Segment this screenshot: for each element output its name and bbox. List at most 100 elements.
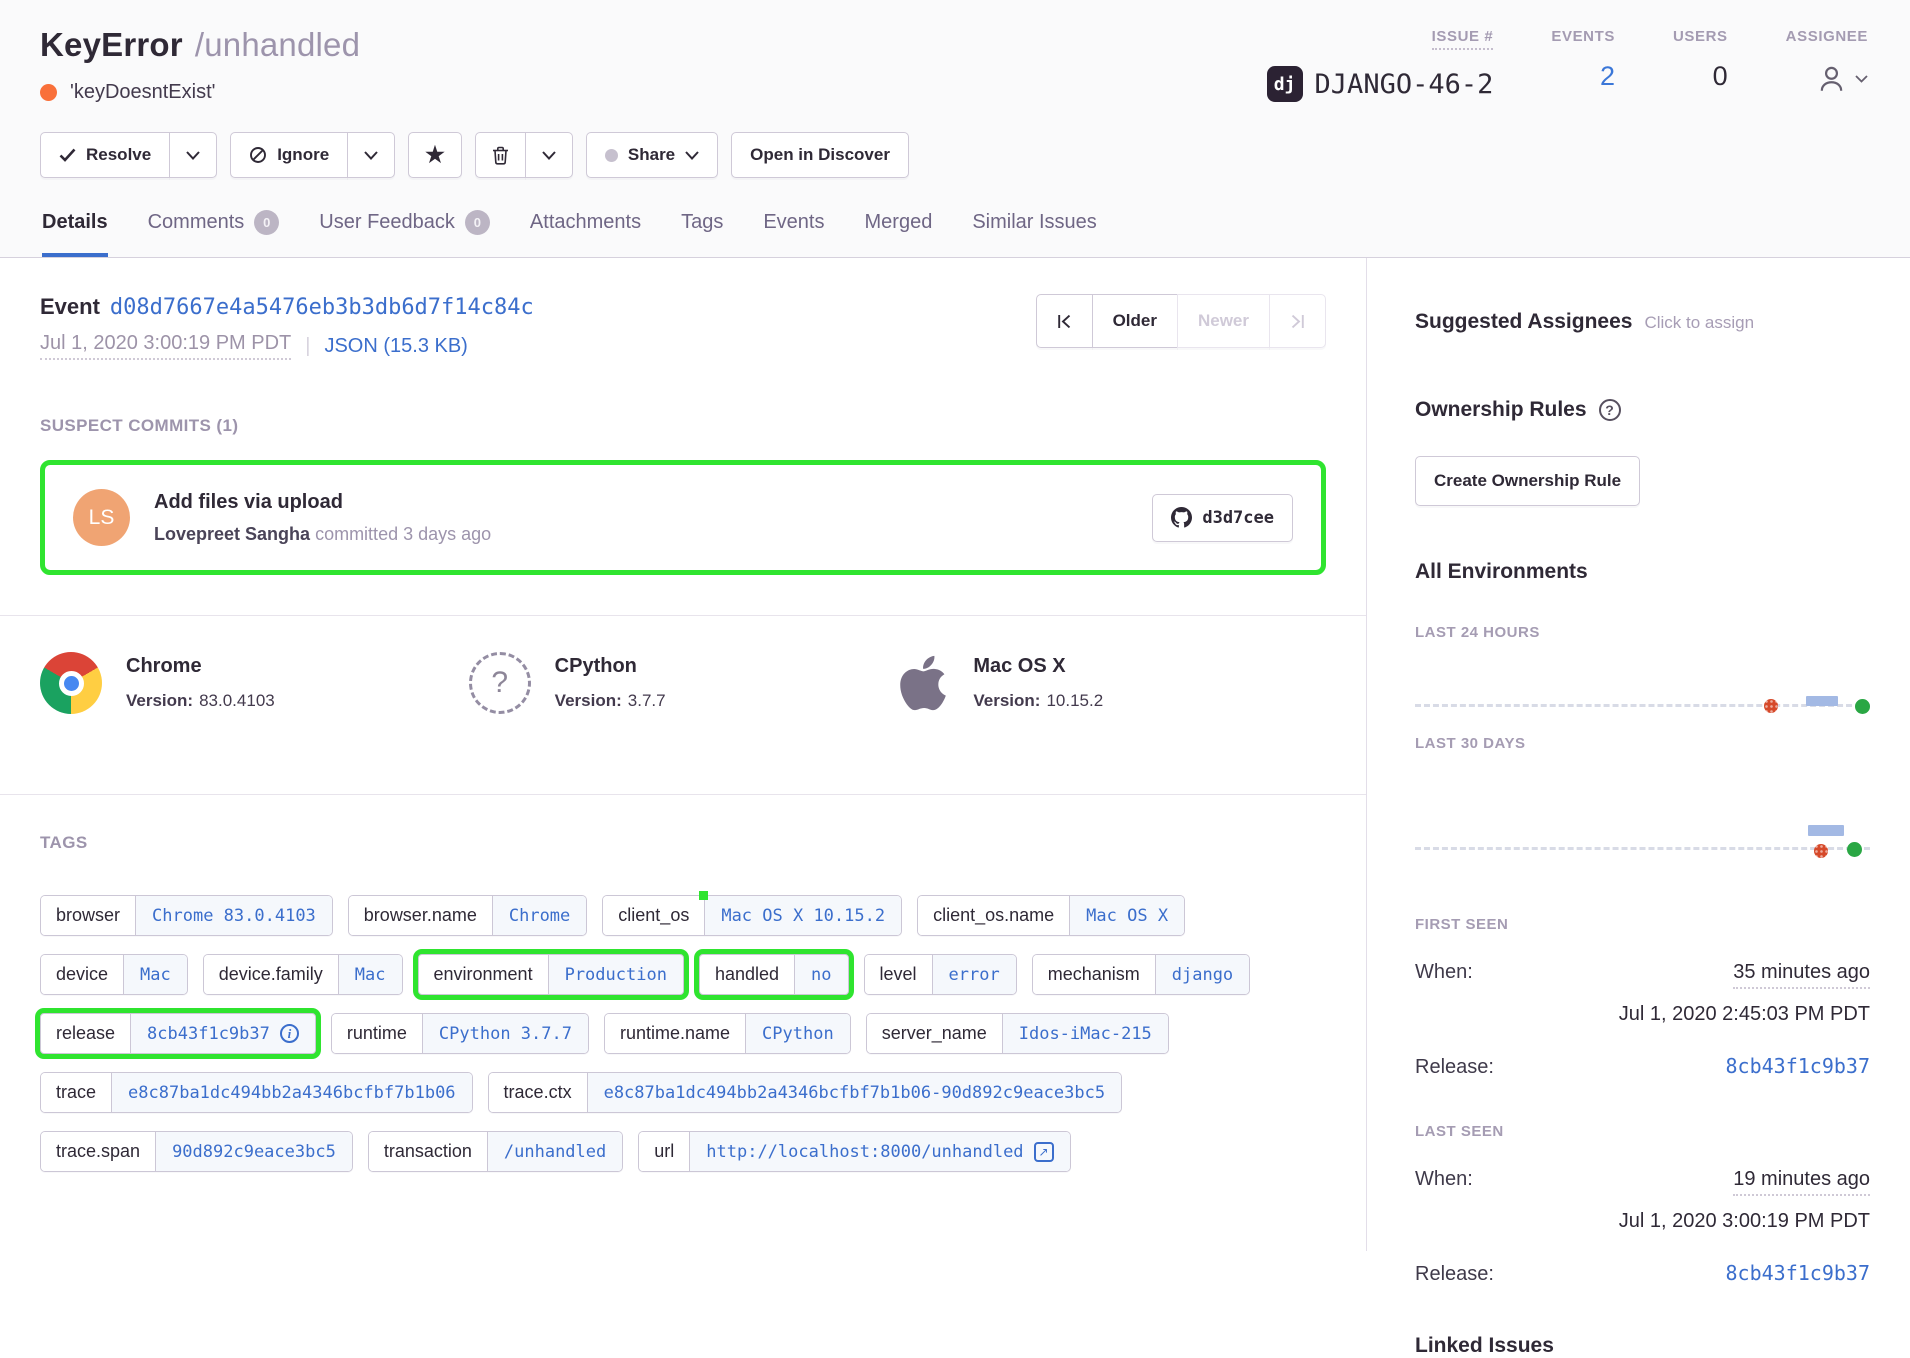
recorder-marker-dot — [699, 891, 708, 900]
tag-value-link[interactable]: Idos-iMac-215 — [1003, 1014, 1168, 1053]
event-label: Event — [40, 294, 100, 319]
older-event-button[interactable]: Older — [1092, 294, 1178, 348]
tag-value-link[interactable]: Chrome — [493, 896, 586, 935]
issue-header: KeyError/unhandled 'keyDoesntExist' ISSU… — [0, 0, 1910, 258]
skip-to-latest-button[interactable] — [1269, 294, 1326, 348]
tab-user-feedback[interactable]: User Feedback0 — [319, 210, 490, 257]
context-version-value: 3.7.7 — [628, 691, 666, 710]
context-version-value: 10.15.2 — [1046, 691, 1103, 710]
stat-assignee: ASSIGNEE — [1786, 28, 1868, 102]
last-seen-heading: LAST SEEN — [1415, 1123, 1870, 1140]
click-to-assign-hint: Click to assign — [1644, 313, 1754, 333]
stat-issue: ISSUE # dj DJANGO-46-2 — [1267, 28, 1494, 102]
event-id-block: Eventd08d7667e4a5476eb3b3db6d7f14c84c Ju… — [40, 294, 534, 360]
tag-value-link[interactable]: Chrome 83.0.4103 — [136, 896, 332, 935]
latest-release-marker — [1847, 842, 1862, 857]
apple-icon — [897, 652, 949, 714]
first-seen-relative: 35 minutes ago — [1733, 961, 1870, 989]
create-ownership-rule-button[interactable]: Create Ownership Rule — [1415, 456, 1640, 506]
open-in-discover-button[interactable]: Open in Discover — [731, 132, 909, 178]
tag-value-link[interactable]: Production — [549, 955, 683, 994]
delete-dropdown-button[interactable] — [525, 132, 573, 178]
avatar: LS — [73, 489, 130, 546]
tag-value-link[interactable]: /unhandled — [488, 1132, 622, 1171]
commit-message: Add files via upload — [154, 491, 1128, 514]
event-bar-marker — [1806, 696, 1838, 706]
tab-merged[interactable]: Merged — [865, 210, 933, 257]
events-sparkline-24h — [1415, 641, 1870, 729]
tag-pill-release: release8cb43f1c9b37i — [40, 1013, 316, 1054]
tag-value-link[interactable]: Mac OS X — [1070, 896, 1184, 935]
when-label: When: — [1415, 961, 1473, 984]
comments-count-badge: 0 — [254, 210, 279, 235]
ignore-button[interactable]: Ignore — [230, 132, 348, 178]
tag-value-link[interactable]: e8c87ba1dc494bb2a4346bcfbf7b1b06 — [112, 1073, 472, 1112]
tag-value-link[interactable]: 90d892c9eace3bc5 — [156, 1132, 352, 1171]
tag-value-link[interactable]: http://localhost:8000/unhandled↗ — [690, 1132, 1069, 1171]
delete-button[interactable] — [475, 132, 526, 178]
commit-author: Lovepreet Sangha — [154, 524, 310, 544]
help-circle-icon[interactable]: ? — [1599, 399, 1621, 421]
event-id-link[interactable]: d08d7667e4a5476eb3b3db6d7f14c84c — [110, 295, 534, 320]
tag-value-link[interactable]: error — [933, 955, 1016, 994]
trash-icon — [492, 146, 509, 165]
tab-comments[interactable]: Comments0 — [148, 210, 280, 257]
release-label: Release: — [1415, 1263, 1494, 1286]
resolve-button[interactable]: Resolve — [40, 132, 170, 178]
bookmark-button[interactable]: ★ — [408, 132, 462, 178]
tab-similar-issues[interactable]: Similar Issues — [972, 210, 1096, 257]
tab-events[interactable]: Events — [763, 210, 824, 257]
newer-event-button[interactable]: Newer — [1177, 294, 1270, 348]
sparkline-baseline — [1415, 847, 1870, 850]
tag-pill-environment: environmentProduction — [418, 954, 684, 995]
suspect-commits-heading: SUSPECT COMMITS (1) — [40, 416, 1326, 436]
issue-number-label: ISSUE # — [1432, 28, 1494, 50]
tag-value-link[interactable]: e8c87ba1dc494bb2a4346bcfbf7b1b06-90d892c… — [588, 1073, 1122, 1112]
tag-value-link[interactable]: CPython 3.7.7 — [423, 1014, 588, 1053]
issue-short-id: DJANGO-46-2 — [1315, 69, 1494, 100]
sparkline-baseline — [1415, 704, 1870, 707]
tag-value-link[interactable]: 8cb43f1c9b37i — [131, 1014, 315, 1053]
tag-value-link[interactable]: Mac — [339, 955, 402, 994]
tag-pill-server-name: server_nameIdos-iMac-215 — [866, 1013, 1169, 1054]
tag-pill-level: levelerror — [864, 954, 1017, 995]
first-seen-heading: FIRST SEEN — [1415, 916, 1870, 933]
issue-location: /unhandled — [195, 26, 360, 63]
tag-value-link[interactable]: Mac OS X 10.15.2 — [705, 896, 901, 935]
skip-to-last-icon — [1290, 314, 1305, 329]
info-circle-icon[interactable]: i — [280, 1024, 299, 1043]
context-name: Chrome — [126, 655, 275, 678]
ignore-dropdown-button[interactable] — [347, 132, 395, 178]
tag-value-link[interactable]: Mac — [124, 955, 187, 994]
raw-json-link[interactable]: JSON (15.3 KB) — [324, 335, 467, 358]
issue-type: KeyError — [40, 26, 183, 63]
tag-pill-trace: tracee8c87ba1dc494bb2a4346bcfbf7b1b06 — [40, 1072, 473, 1113]
tag-value-link[interactable]: django — [1156, 955, 1249, 994]
events-count-link[interactable]: 2 — [1600, 61, 1615, 92]
assignee-label: ASSIGNEE — [1786, 28, 1868, 45]
last-30-days-label: LAST 30 DAYS — [1415, 735, 1870, 752]
tag-value-link[interactable]: CPython — [746, 1014, 850, 1053]
last-seen-release-link[interactable]: 8cb43f1c9b37 — [1726, 1261, 1871, 1285]
chevron-down-icon — [685, 151, 699, 160]
external-link-icon[interactable]: ↗ — [1034, 1142, 1054, 1162]
tab-details[interactable]: Details — [42, 210, 108, 257]
oldest-event-button[interactable] — [1036, 294, 1093, 348]
assignee-dropdown[interactable] — [1816, 61, 1868, 94]
skip-to-first-icon — [1057, 314, 1072, 329]
tag-value-link[interactable]: no — [795, 955, 847, 994]
resolve-dropdown-button[interactable] — [169, 132, 217, 178]
tag-pill-client-os-name: client_os.nameMac OS X — [917, 895, 1185, 936]
tag-pill-trace-span: trace.span90d892c9eace3bc5 — [40, 1131, 353, 1172]
tab-attachments[interactable]: Attachments — [530, 210, 641, 257]
event-details-main: Eventd08d7667e4a5476eb3b3db6d7f14c84c Ju… — [0, 258, 1366, 1251]
tag-pill-client-os: client_osMac OS X 10.15.2 — [602, 895, 902, 936]
tab-tags[interactable]: Tags — [681, 210, 723, 257]
commit-sha-button[interactable]: d3d7cee — [1152, 494, 1293, 542]
context-runtime: ? CPython Version:3.7.7 — [469, 652, 898, 714]
action-bar: Resolve Ignore — [40, 132, 1870, 178]
ignore-label: Ignore — [277, 145, 329, 165]
share-button[interactable]: Share — [586, 132, 718, 178]
first-seen-release-link[interactable]: 8cb43f1c9b37 — [1726, 1054, 1871, 1078]
issue-title-block: KeyError/unhandled 'keyDoesntExist' — [40, 26, 360, 104]
